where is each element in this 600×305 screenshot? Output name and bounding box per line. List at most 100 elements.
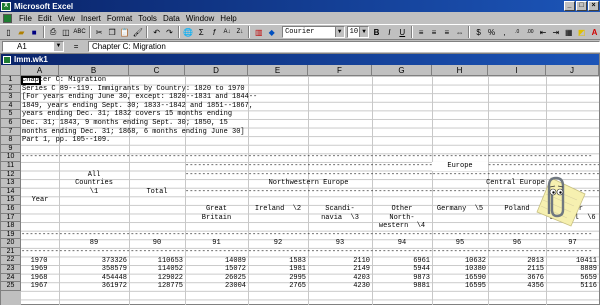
great-britain-header[interactable]: Great bbox=[185, 205, 248, 214]
note-line[interactable]: Part 1, pp. 105--109. bbox=[22, 136, 110, 145]
northwestern-europe-header[interactable]: Northwestern Europe bbox=[185, 179, 432, 188]
minimize-button[interactable]: _ bbox=[564, 1, 575, 11]
scandinavia-header[interactable]: Scandi- bbox=[308, 205, 372, 214]
row-header[interactable]: 10 bbox=[1, 153, 21, 162]
value-cell[interactable]: 4230 bbox=[308, 282, 370, 291]
chevron-down-icon[interactable]: ▼ bbox=[54, 41, 63, 51]
year-cell[interactable]: 1969 bbox=[21, 265, 57, 274]
row-header[interactable]: 22 bbox=[1, 256, 21, 266]
series-number-cell[interactable]: 93 bbox=[308, 239, 372, 248]
value-cell[interactable]: 2149 bbox=[308, 265, 370, 274]
chevron-down-icon[interactable]: ▼ bbox=[334, 27, 344, 37]
great-britain-header[interactable]: Britain bbox=[185, 214, 248, 223]
row-header[interactable]: 16 bbox=[1, 204, 21, 214]
spreadsheet-grid[interactable]: Chapter C: Migration Series C 89--119. I… bbox=[21, 76, 599, 305]
italic-icon[interactable]: I bbox=[384, 26, 395, 39]
value-cell[interactable]: 15072 bbox=[185, 265, 246, 274]
value-cell[interactable]: 6961 bbox=[372, 257, 430, 266]
fill-color-icon[interactable]: ◩ bbox=[576, 26, 587, 39]
row-header[interactable]: 19 bbox=[1, 230, 21, 240]
hyperlink-icon[interactable]: 🌐 bbox=[183, 26, 194, 39]
note-line[interactable]: Dec. 31; 1843, 9 months ending Sept. 30;… bbox=[22, 119, 228, 128]
value-cell[interactable]: 114052 bbox=[129, 265, 183, 274]
value-cell[interactable]: 23004 bbox=[185, 282, 246, 291]
value-cell[interactable]: 16595 bbox=[432, 282, 486, 291]
merge-center-icon[interactable]: ⇔ bbox=[454, 26, 465, 39]
value-cell[interactable]: 3676 bbox=[488, 274, 544, 283]
row-header[interactable]: 5 bbox=[1, 110, 21, 119]
column-header[interactable]: E bbox=[248, 65, 308, 76]
note-line[interactable]: [For years ending June 30, except: 1820-… bbox=[22, 93, 257, 102]
increase-decimal-icon[interactable]: .0 bbox=[512, 26, 523, 39]
value-cell[interactable]: 358579 bbox=[59, 265, 127, 274]
row-header[interactable]: 4 bbox=[1, 101, 21, 111]
series-number-cell[interactable]: 97 bbox=[546, 239, 599, 248]
value-cell[interactable]: 9873 bbox=[372, 274, 430, 283]
value-cell[interactable]: 1981 bbox=[248, 265, 306, 274]
row-header[interactable]: 15 bbox=[1, 196, 21, 205]
spelling-icon[interactable]: ABC bbox=[73, 26, 85, 39]
note-line[interactable]: months ending Dec. 31; 1868, 6 months en… bbox=[22, 128, 245, 137]
series-number-cell[interactable]: 89 bbox=[59, 239, 129, 248]
new-icon[interactable]: ▯ bbox=[3, 26, 14, 39]
other-northwestern-header[interactable]: Other bbox=[372, 205, 432, 214]
value-cell[interactable]: 128775 bbox=[129, 282, 183, 291]
menu-file[interactable]: File bbox=[16, 14, 35, 23]
office-assistant-clippy-icon[interactable] bbox=[531, 172, 587, 228]
sort-descending-icon[interactable]: Z↓ bbox=[234, 26, 245, 39]
excel-app-icon[interactable]: X bbox=[1, 1, 11, 11]
row-header[interactable]: 6 bbox=[1, 118, 21, 128]
series-number-cell[interactable]: 95 bbox=[432, 239, 488, 248]
row-header[interactable]: 23 bbox=[1, 265, 21, 274]
open-icon[interactable]: ▰ bbox=[16, 26, 27, 39]
font-size-select[interactable]: 10 ▼ bbox=[346, 26, 370, 38]
value-cell[interactable]: 2013 bbox=[488, 257, 544, 266]
align-center-icon[interactable]: ≡ bbox=[429, 26, 440, 39]
value-cell[interactable]: 454448 bbox=[59, 274, 127, 283]
row-header[interactable]: 20 bbox=[1, 239, 21, 248]
value-cell[interactable]: 2995 bbox=[248, 274, 306, 283]
currency-icon[interactable]: $ bbox=[473, 26, 484, 39]
function-icon[interactable]: f bbox=[209, 26, 220, 39]
row-header[interactable]: 25 bbox=[1, 282, 21, 291]
row-header[interactable]: 17 bbox=[1, 213, 21, 223]
row-header[interactable]: 7 bbox=[1, 127, 21, 137]
all-countries-header[interactable]: All bbox=[59, 171, 129, 180]
value-cell[interactable]: 361972 bbox=[59, 282, 127, 291]
value-cell[interactable]: 373326 bbox=[59, 257, 127, 266]
year-header[interactable]: Year bbox=[21, 196, 59, 205]
row-header[interactable]: 24 bbox=[1, 273, 21, 283]
column-header[interactable]: F bbox=[308, 65, 372, 76]
menu-window[interactable]: Window bbox=[183, 14, 217, 23]
scandinavia-header[interactable]: navia \3 bbox=[308, 214, 372, 223]
series-number-cell[interactable]: 91 bbox=[185, 239, 248, 248]
decrease-decimal-icon[interactable]: .00 bbox=[525, 26, 536, 39]
value-cell[interactable]: 2110 bbox=[308, 257, 370, 266]
workbook-icon[interactable] bbox=[3, 55, 11, 64]
undo-icon[interactable]: ↶ bbox=[151, 26, 162, 39]
row-header[interactable]: 3 bbox=[1, 93, 21, 102]
value-cell[interactable]: 10632 bbox=[432, 257, 486, 266]
year-cell[interactable]: 1970 bbox=[21, 257, 57, 266]
save-icon[interactable]: ■ bbox=[29, 26, 40, 39]
row-header[interactable]: 11 bbox=[1, 161, 21, 171]
menu-tools[interactable]: Tools bbox=[135, 14, 160, 23]
active-cell-selection[interactable] bbox=[21, 76, 41, 85]
bold-icon[interactable]: B bbox=[371, 26, 382, 39]
font-color-icon[interactable]: A bbox=[589, 26, 600, 39]
name-box[interactable]: A1 ▼ bbox=[2, 40, 64, 52]
value-cell[interactable]: 2115 bbox=[488, 265, 544, 274]
column-header[interactable]: A bbox=[21, 65, 59, 76]
print-preview-icon[interactable]: ◫ bbox=[61, 26, 72, 39]
workbook-control-icon[interactable] bbox=[3, 13, 12, 23]
row-header[interactable]: 18 bbox=[1, 222, 21, 231]
maximize-button[interactable]: □ bbox=[576, 1, 587, 11]
value-cell[interactable]: 10380 bbox=[432, 265, 486, 274]
column-header[interactable]: H bbox=[432, 65, 488, 76]
edit-formula-icon[interactable]: = bbox=[64, 42, 88, 51]
chevron-down-icon[interactable]: ▼ bbox=[359, 27, 369, 37]
column-header[interactable]: J bbox=[546, 65, 599, 76]
row-header[interactable]: 21 bbox=[1, 247, 21, 257]
value-cell[interactable]: 14089 bbox=[185, 257, 246, 266]
select-all-button[interactable] bbox=[1, 65, 21, 76]
